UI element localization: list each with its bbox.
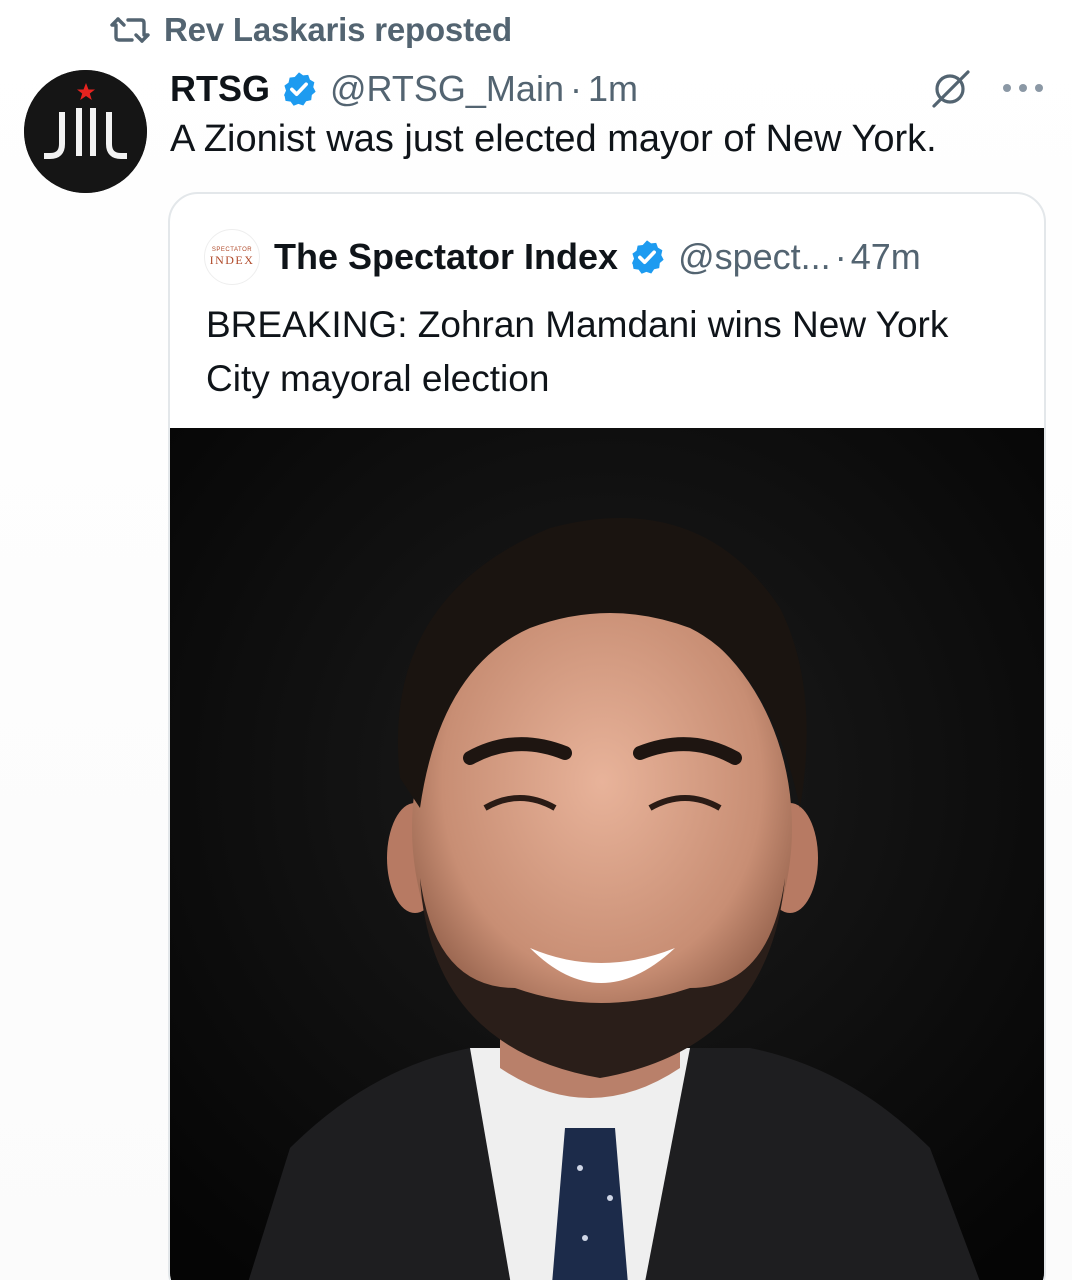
- author-handle[interactable]: @RTSG_Main: [330, 68, 564, 110]
- quoted-tweet-card[interactable]: SPECTATOR INDEX The Spectator Index @spe…: [168, 192, 1046, 1280]
- quote-author-avatar[interactable]: SPECTATOR INDEX: [204, 229, 260, 285]
- tweet-text: A Zionist was just elected mayor of New …: [170, 118, 937, 160]
- repost-icon: [110, 15, 150, 45]
- repost-label[interactable]: Rev Laskaris reposted: [164, 11, 512, 49]
- quote-header: SPECTATOR INDEX The Spectator Index @spe…: [204, 229, 921, 285]
- quote-header-separator: ·: [834, 236, 847, 277]
- author-avatar[interactable]: [24, 70, 147, 193]
- quote-avatar-logo-bottom: INDEX: [209, 253, 255, 267]
- quote-author-name[interactable]: The Spectator Index: [274, 236, 618, 278]
- grok-icon[interactable]: [928, 66, 974, 112]
- tweet-page: Rev Laskaris reposted RTSG @RTSG_Main · …: [0, 0, 1072, 1280]
- portrait-photo: [170, 428, 1044, 1280]
- tweet-timestamp[interactable]: 1m: [588, 68, 638, 110]
- verified-badge-icon[interactable]: [280, 70, 318, 108]
- more-options-icon[interactable]: [1000, 78, 1046, 98]
- quote-text: BREAKING: Zohran Mamdani wins New York C…: [206, 304, 949, 399]
- quote-author-handle[interactable]: @spect...: [678, 236, 831, 278]
- tweet-header: RTSG @RTSG_Main · 1m: [170, 64, 638, 114]
- header-separator: ·: [569, 68, 582, 109]
- repost-indicator[interactable]: Rev Laskaris reposted: [110, 8, 512, 52]
- quote-media-photo[interactable]: [170, 428, 1044, 1280]
- author-name[interactable]: RTSG: [170, 68, 270, 110]
- quote-timestamp[interactable]: 47m: [851, 236, 921, 278]
- quote-verified-badge-icon: [628, 238, 666, 276]
